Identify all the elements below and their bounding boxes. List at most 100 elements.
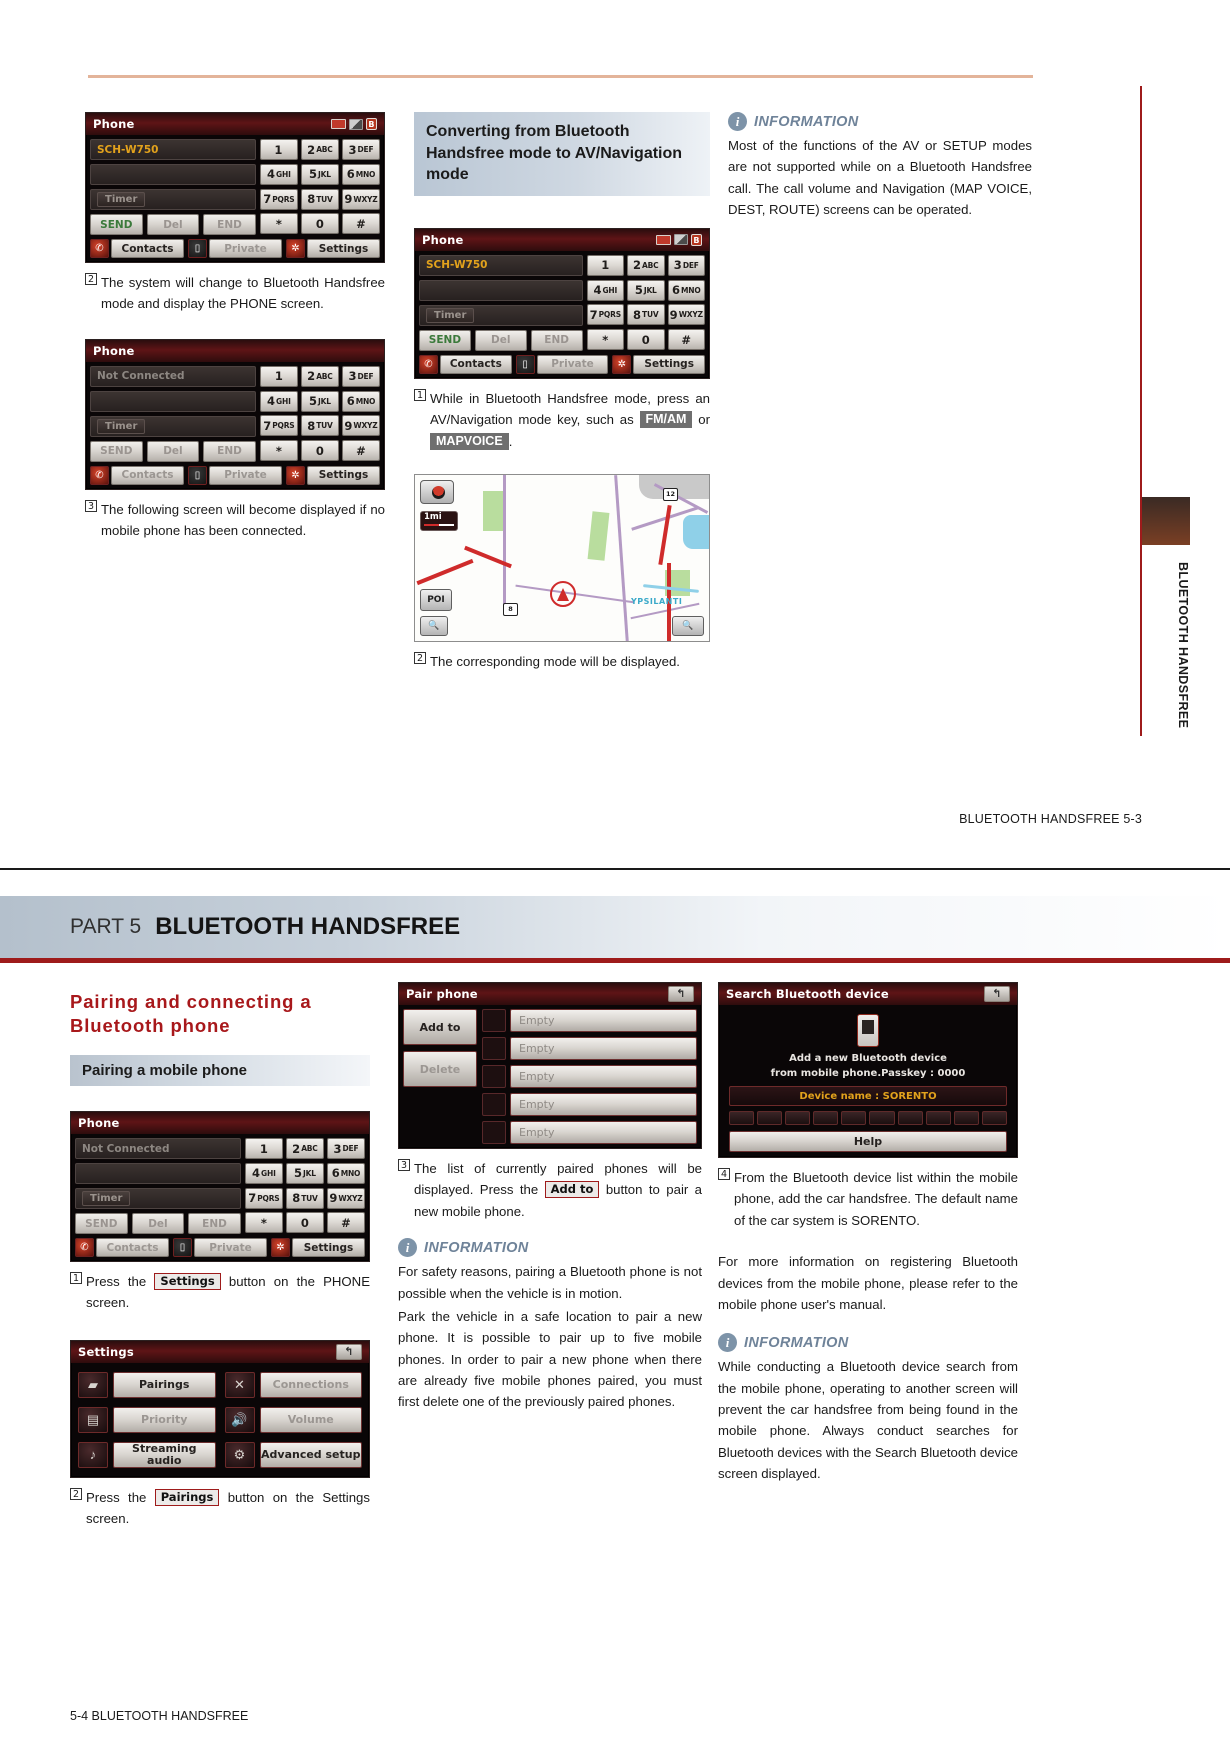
contacts-button[interactable]: Contacts bbox=[96, 1238, 169, 1258]
connections-button[interactable]: Connections bbox=[259, 1371, 362, 1398]
key-hash[interactable]: # bbox=[667, 329, 705, 351]
delete-button[interactable]: Delete bbox=[403, 1051, 477, 1087]
number-entry-field[interactable] bbox=[419, 279, 583, 301]
key-3[interactable]: 3 DEF bbox=[326, 1138, 365, 1160]
key-0[interactable]: 0 bbox=[627, 329, 665, 351]
settings-button[interactable]: Settings bbox=[307, 239, 380, 258]
number-entry-field[interactable] bbox=[90, 390, 256, 412]
priority-button[interactable]: Priority bbox=[113, 1406, 216, 1433]
key-star[interactable]: * bbox=[586, 329, 624, 351]
private-button[interactable]: Private bbox=[536, 354, 609, 374]
key-3[interactable]: 3 DEF bbox=[341, 365, 380, 387]
del-button[interactable]: Del bbox=[146, 440, 200, 462]
pair-phone-screen[interactable]: Pair phone ↰ Add to Delete Empty Empty E… bbox=[398, 982, 702, 1149]
slot-label[interactable]: Empty bbox=[510, 1009, 697, 1032]
keypad[interactable]: 1 2 ABC 3 DEF 4 GHI 5 JKL 6 MNO 7 PQRS 8 TUV 9W… bbox=[259, 139, 380, 235]
key-1[interactable]: 1 bbox=[244, 1138, 283, 1160]
phone-screen-not-connected[interactable]: Phone Not Connected Timer SEND Del END 1… bbox=[70, 1111, 370, 1263]
zoom-out-button[interactable]: 🔍 bbox=[420, 615, 448, 636]
end-button[interactable]: END bbox=[203, 440, 256, 462]
settings-cell-priority[interactable]: ▤ Priority bbox=[78, 1406, 216, 1433]
key-7[interactable]: 7 PQRS bbox=[244, 1187, 283, 1209]
key-8[interactable]: 8 TUV bbox=[300, 415, 339, 437]
pair-slot-row[interactable]: Empty bbox=[482, 1037, 697, 1060]
pair-slot-row[interactable]: Empty bbox=[482, 1093, 697, 1116]
pair-slot-row[interactable]: Empty bbox=[482, 1065, 697, 1088]
phone-screen-connected[interactable]: Phone B SCH-W750 Timer SEND Del END 1 2 … bbox=[85, 112, 385, 263]
back-arrow-icon[interactable]: ↰ bbox=[984, 986, 1010, 1002]
key-7[interactable]: 7 PQRS bbox=[259, 188, 298, 210]
send-button[interactable]: SEND bbox=[75, 1213, 128, 1235]
key-0[interactable]: 0 bbox=[285, 1212, 324, 1234]
keypad[interactable]: 1 2 ABC 3 DEF 4 GHI 5 JKL 6 MNO 7 PQRS 8 TUV 9W… bbox=[586, 254, 705, 351]
key-star[interactable]: * bbox=[244, 1212, 283, 1234]
key-8[interactable]: 8 TUV bbox=[285, 1187, 324, 1209]
del-button[interactable]: Del bbox=[131, 1213, 185, 1235]
settings-cell-connections[interactable]: ✕ Connections bbox=[224, 1371, 362, 1398]
key-8[interactable]: 8 TUV bbox=[627, 304, 665, 326]
add-to-button[interactable]: Add to bbox=[403, 1009, 477, 1045]
back-arrow-icon[interactable]: ↰ bbox=[668, 986, 694, 1002]
kbd-key[interactable] bbox=[869, 1111, 895, 1125]
kbd-key[interactable] bbox=[785, 1111, 811, 1125]
paired-device-field[interactable]: SCH-W750 bbox=[90, 139, 256, 160]
slot-label[interactable]: Empty bbox=[510, 1037, 697, 1060]
streaming-audio-button[interactable]: Streaming audio bbox=[113, 1441, 216, 1468]
poi-button[interactable]: POI bbox=[420, 588, 452, 611]
key-9[interactable]: 9 WXYZ bbox=[341, 415, 380, 437]
key-4[interactable]: 4 GHI bbox=[259, 163, 298, 185]
key-hash[interactable]: # bbox=[341, 213, 380, 235]
send-button[interactable]: SEND bbox=[90, 214, 143, 235]
zoom-in-button[interactable]: 🔍 bbox=[672, 615, 704, 636]
slot-label[interactable]: Empty bbox=[510, 1093, 697, 1116]
slot-label[interactable]: Empty bbox=[510, 1065, 697, 1088]
settings-cell-volume[interactable]: 🔊 Volume bbox=[224, 1406, 362, 1433]
kbd-key[interactable] bbox=[813, 1111, 839, 1125]
contacts-button[interactable]: Contacts bbox=[440, 354, 512, 374]
settings-cell-pairings[interactable]: ▰ Pairings bbox=[78, 1371, 216, 1398]
kbd-key[interactable] bbox=[953, 1111, 979, 1125]
key-6[interactable]: 6 MNO bbox=[326, 1162, 365, 1184]
settings-button[interactable]: Settings bbox=[633, 354, 706, 374]
search-bluetooth-device-screen[interactable]: Search Bluetooth device ↰ Add a new Blue… bbox=[718, 982, 1018, 1158]
key-1[interactable]: 1 bbox=[259, 365, 298, 387]
key-4[interactable]: 4 GHI bbox=[586, 279, 624, 301]
end-button[interactable]: END bbox=[188, 1213, 241, 1235]
settings-button[interactable]: Settings bbox=[292, 1238, 365, 1258]
key-5[interactable]: 5 JKL bbox=[300, 163, 339, 185]
key-6[interactable]: 6 MNO bbox=[341, 390, 380, 412]
kbd-key[interactable] bbox=[981, 1111, 1007, 1125]
key-1[interactable]: 1 bbox=[259, 139, 298, 160]
key-4[interactable]: 4 GHI bbox=[244, 1162, 283, 1184]
volume-button[interactable]: Volume bbox=[259, 1406, 362, 1433]
del-button[interactable]: Del bbox=[474, 329, 527, 351]
back-arrow-icon[interactable]: ↰ bbox=[336, 1343, 362, 1360]
private-button[interactable]: Private bbox=[209, 239, 282, 258]
paired-device-field[interactable]: SCH-W750 bbox=[419, 254, 583, 276]
end-button[interactable]: END bbox=[203, 214, 256, 235]
key-2[interactable]: 2 ABC bbox=[285, 1138, 324, 1160]
key-7[interactable]: 7 PQRS bbox=[586, 304, 624, 326]
pairings-button[interactable]: Pairings bbox=[113, 1371, 216, 1398]
settings-cell-streaming-audio[interactable]: ♪ Streaming audio bbox=[78, 1441, 216, 1468]
key-0[interactable]: 0 bbox=[300, 440, 339, 461]
navigation-map-screenshot[interactable]: 1mi POI 🔍 🔍 12 8 YPSILANTI bbox=[414, 473, 710, 642]
private-button[interactable]: Private bbox=[194, 1238, 267, 1258]
paired-device-field[interactable]: Not Connected bbox=[75, 1138, 241, 1160]
key-hash[interactable]: # bbox=[341, 440, 380, 461]
slot-label[interactable]: Empty bbox=[510, 1121, 697, 1144]
pair-slot-row[interactable]: Empty bbox=[482, 1009, 697, 1032]
settings-button[interactable]: Settings bbox=[307, 465, 380, 485]
paired-device-field[interactable]: Not Connected bbox=[90, 365, 256, 387]
key-9[interactable]: 9 WXYZ bbox=[667, 304, 705, 326]
key-4[interactable]: 4 GHI bbox=[259, 390, 298, 412]
key-8[interactable]: 8 TUV bbox=[300, 188, 339, 210]
keypad[interactable]: 1 2 ABC 3 DEF 4 GHI 5 JKL 6 MNO 7 PQRS 8 TUV 9W… bbox=[259, 365, 380, 462]
key-0[interactable]: 0 bbox=[300, 213, 339, 235]
phone-screen-bt-mode[interactable]: Phone B SCH-W750 Timer SEND Del END 1 2 … bbox=[414, 227, 710, 379]
key-3[interactable]: 3 DEF bbox=[667, 254, 705, 276]
key-1[interactable]: 1 bbox=[586, 254, 624, 276]
send-button[interactable]: SEND bbox=[90, 440, 143, 462]
key-2[interactable]: 2 ABC bbox=[300, 139, 339, 160]
kbd-key[interactable] bbox=[757, 1111, 783, 1125]
